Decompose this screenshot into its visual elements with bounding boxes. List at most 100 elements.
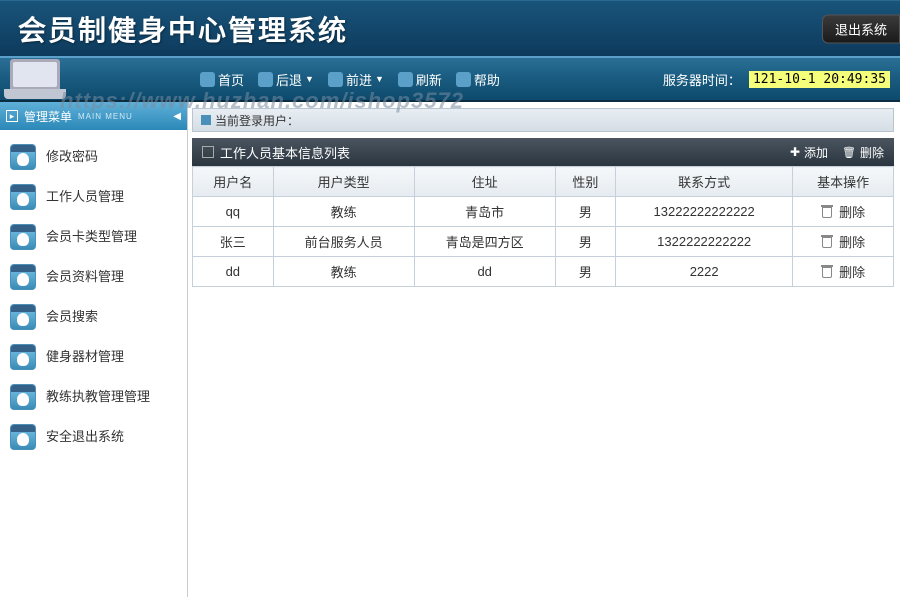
table-header: 联系方式 <box>616 167 793 197</box>
menu-icon <box>10 304 36 330</box>
trash-icon <box>821 265 833 278</box>
trash-icon: 🗑 <box>842 146 856 159</box>
table-row: 张三前台服务人员青岛是四方区男1322222222222 删除 <box>193 227 894 257</box>
table-header: 用户类型 <box>273 167 414 197</box>
nav-label: 刷新 <box>416 70 442 89</box>
sidebar-subtitle: MAIN MENU <box>78 112 133 121</box>
sidebar: ▸ 管理菜单 MAIN MENU ◀ 修改密码工作人员管理会员卡类型管理会员资料… <box>0 102 188 597</box>
nav-home[interactable]: 首页 <box>200 70 244 89</box>
nav-forward[interactable]: 前进▼ <box>328 70 384 89</box>
sidebar-item-7[interactable]: 安全退出系统 <box>10 424 177 450</box>
back-icon <box>258 72 273 87</box>
plus-icon: ✚ <box>790 145 800 159</box>
table-header: 用户名 <box>193 167 274 197</box>
sidebar-collapse-icon[interactable]: ◀ <box>173 111 181 122</box>
sidebar-menu: 修改密码工作人员管理会员卡类型管理会员资料管理会员搜索健身器材管理教练执教管理管… <box>0 130 187 464</box>
trash-icon <box>821 235 833 248</box>
sidebar-item-6[interactable]: 教练执教管理管理 <box>10 384 177 410</box>
sidebar-item-label: 修改密码 <box>46 149 98 166</box>
table-cell-addr: 青岛市 <box>414 197 555 227</box>
nav-back[interactable]: 后退▼ <box>258 70 314 89</box>
table-cell-type: 前台服务人员 <box>273 227 414 257</box>
sidebar-title: 管理菜单 <box>24 108 72 125</box>
refresh-icon <box>398 72 413 87</box>
breadcrumb-icon <box>201 115 211 125</box>
data-table: 用户名用户类型住址性别联系方式基本操作 qq教练青岛市男132222222222… <box>192 166 894 287</box>
row-delete-button[interactable]: 删除 <box>799 202 887 221</box>
sidebar-toggle-icon[interactable]: ▸ <box>6 110 18 122</box>
server-time: 服务器时间： 121-10-1 20:49:35 <box>663 70 890 89</box>
sidebar-item-1[interactable]: 工作人员管理 <box>10 184 177 210</box>
chevron-down-icon: ▼ <box>305 74 314 84</box>
nav-refresh[interactable]: 刷新 <box>398 70 442 89</box>
nav-label: 帮助 <box>474 70 500 89</box>
add-button[interactable]: ✚ 添加 <box>790 144 828 161</box>
delete-button[interactable]: 🗑 删除 <box>842 144 884 161</box>
app-title: 会员制健身中心管理系统 <box>18 9 348 49</box>
table-body: qq教练青岛市男13222222222222删除张三前台服务人员青岛是四方区男1… <box>193 197 894 287</box>
add-label: 添加 <box>804 144 828 161</box>
table-header-row: 用户名用户类型住址性别联系方式基本操作 <box>193 167 894 197</box>
table-header: 基本操作 <box>793 167 894 197</box>
menu-icon <box>10 424 36 450</box>
table-cell-type: 教练 <box>273 197 414 227</box>
menu-icon <box>10 344 36 370</box>
laptop-icon <box>10 59 60 99</box>
nav-bar: 首页 后退▼ 前进▼ 刷新 帮助 <box>200 70 500 89</box>
app-banner: 会员制健身中心管理系统 退出系统 <box>0 0 900 56</box>
table-cell-action: 删除 <box>793 257 894 287</box>
table-row: qq教练青岛市男13222222222222 删除 <box>193 197 894 227</box>
server-time-value: 121-10-1 20:49:35 <box>749 71 890 88</box>
forward-icon <box>328 72 343 87</box>
sidebar-item-2[interactable]: 会员卡类型管理 <box>10 224 177 250</box>
nav-help[interactable]: 帮助 <box>456 70 500 89</box>
table-cell-contact: 1322222222222 <box>616 227 793 257</box>
table-cell-type: 教练 <box>273 257 414 287</box>
table-cell-gender: 男 <box>555 197 615 227</box>
delete-label: 删除 <box>839 232 865 251</box>
toolbar: https://www.huzhan.com/ishop3572 首页 后退▼ … <box>0 56 900 102</box>
delete-label: 删除 <box>839 262 865 281</box>
panel-header: 工作人员基本信息列表 ✚添加 🗑删除 <box>192 138 894 166</box>
breadcrumb: 当前登录用户： <box>192 108 894 132</box>
sidebar-header: ▸ 管理菜单 MAIN MENU ◀ <box>0 102 187 130</box>
table-cell-username: 张三 <box>193 227 274 257</box>
breadcrumb-text: 当前登录用户： <box>215 112 299 129</box>
menu-icon <box>10 384 36 410</box>
sidebar-item-3[interactable]: 会员资料管理 <box>10 264 177 290</box>
server-time-label: 服务器时间： <box>663 70 741 89</box>
sidebar-item-label: 教练执教管理管理 <box>46 389 150 406</box>
sidebar-item-5[interactable]: 健身器材管理 <box>10 344 177 370</box>
row-delete-button[interactable]: 删除 <box>799 232 887 251</box>
table-cell-username: qq <box>193 197 274 227</box>
table-cell-gender: 男 <box>555 257 615 287</box>
table-header: 性别 <box>555 167 615 197</box>
table-cell-gender: 男 <box>555 227 615 257</box>
home-icon <box>200 72 215 87</box>
menu-icon <box>10 264 36 290</box>
chevron-down-icon: ▼ <box>375 74 384 84</box>
table-row: dd教练dd男2222删除 <box>193 257 894 287</box>
nav-label: 前进 <box>346 70 372 89</box>
delete-label: 删除 <box>839 202 865 221</box>
sidebar-item-label: 健身器材管理 <box>46 349 124 366</box>
menu-icon <box>10 184 36 210</box>
sidebar-item-4[interactable]: 会员搜索 <box>10 304 177 330</box>
nav-label: 后退 <box>276 70 302 89</box>
panel-icon <box>202 146 214 158</box>
content-area: 当前登录用户： 工作人员基本信息列表 ✚添加 🗑删除 用户名用户类型住址性别联系… <box>188 102 900 597</box>
help-icon <box>456 72 471 87</box>
table-cell-addr: 青岛是四方区 <box>414 227 555 257</box>
sidebar-item-label: 会员搜索 <box>46 309 98 326</box>
sidebar-item-label: 安全退出系统 <box>46 429 124 446</box>
delete-label: 删除 <box>860 144 884 161</box>
menu-icon <box>10 224 36 250</box>
table-cell-username: dd <box>193 257 274 287</box>
logout-button[interactable]: 退出系统 <box>822 14 900 43</box>
table-cell-contact: 2222 <box>616 257 793 287</box>
table-cell-addr: dd <box>414 257 555 287</box>
sidebar-item-label: 会员卡类型管理 <box>46 229 137 246</box>
row-delete-button[interactable]: 删除 <box>799 262 887 281</box>
sidebar-item-0[interactable]: 修改密码 <box>10 144 177 170</box>
table-cell-contact: 13222222222222 <box>616 197 793 227</box>
